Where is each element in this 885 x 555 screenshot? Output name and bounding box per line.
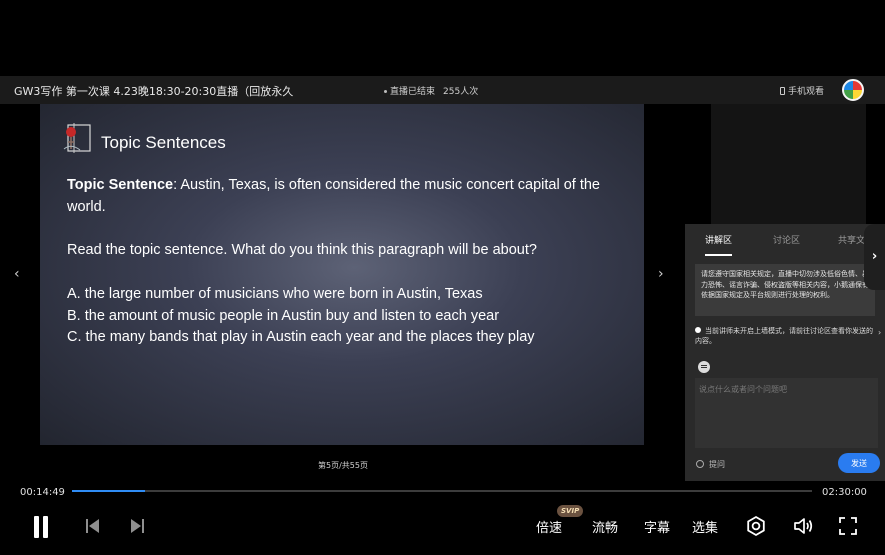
phone-icon xyxy=(780,87,785,95)
option-c: C. the many bands that play in Austin ea… xyxy=(67,329,535,345)
avatar[interactable] xyxy=(842,79,864,101)
emoji-icon[interactable] xyxy=(698,361,710,373)
progress-bar[interactable] xyxy=(72,490,812,492)
topic-sentence: Topic Sentence: Austin, Texas, is often … xyxy=(67,175,627,218)
chevron-right-icon[interactable]: › xyxy=(878,328,881,337)
ask-question-toggle[interactable]: 提问 xyxy=(696,459,725,470)
speed-button[interactable]: 倍速 xyxy=(536,517,562,536)
current-time: 00:14:49 xyxy=(20,487,65,498)
slide-title: Topic Sentences xyxy=(101,133,226,152)
indicator-dot-icon xyxy=(695,327,701,333)
radio-icon xyxy=(696,460,704,468)
status-dot-icon xyxy=(384,90,387,93)
option-a: A. the large number of musicians who wer… xyxy=(67,286,483,302)
message-input[interactable] xyxy=(695,378,878,448)
volume-icon[interactable] xyxy=(792,515,814,537)
quality-button[interactable]: 流畅 xyxy=(592,517,618,536)
mobile-watch-button[interactable]: 手机观看 xyxy=(780,84,824,97)
live-status-text: 直播已结束 xyxy=(390,87,436,97)
collapse-panel-chevron-icon[interactable]: › xyxy=(864,224,885,290)
previous-icon[interactable] xyxy=(86,519,102,533)
tab-discussion[interactable]: 讨论区 xyxy=(773,233,800,246)
fullscreen-icon[interactable] xyxy=(837,515,859,537)
wall-mode-note[interactable]: 当前讲师未开启上墙模式，请前往讨论区查看你发送的内容。 xyxy=(695,326,879,346)
option-b: B. the amount of music people in Austin … xyxy=(67,307,500,324)
tab-lecture[interactable]: 讲解区 xyxy=(705,233,733,256)
episodes-button[interactable]: 选集 xyxy=(692,517,718,536)
topic-sentence-label: Topic Sentence xyxy=(67,177,174,193)
answer-options: A. the large number of musicians who wer… xyxy=(67,284,627,349)
next-icon[interactable] xyxy=(130,519,146,533)
progress-fill xyxy=(72,490,146,492)
header-bar: GW3写作 第一次课 4.23晚18:30-20:30直播（回放永久 直播已结束… xyxy=(0,76,885,104)
slide-page-indicator: 第5页/共55页 xyxy=(318,461,368,470)
send-button[interactable]: 发送 xyxy=(838,453,880,473)
pause-icon[interactable] xyxy=(32,516,50,538)
ask-label: 提问 xyxy=(709,460,725,469)
chat-panel: 讲解区 讨论区 共享文件 请您遵守国家相关规定，直播中切勿涉及低俗色情、暴力恐怖… xyxy=(685,224,885,481)
svip-badge: SVIP xyxy=(557,505,584,517)
mobile-watch-label: 手机观看 xyxy=(788,87,825,97)
book-logo-icon xyxy=(63,123,91,153)
video-area xyxy=(711,104,866,224)
wall-mode-text: 当前讲师未开启上墙模式，请前往讨论区查看你发送的内容。 xyxy=(695,327,873,345)
chevron-right-icon[interactable]: › xyxy=(658,266,664,282)
live-status: 直播已结束 255人次 xyxy=(384,84,478,97)
player-controls: 倍速 SVIP 流畅 字幕 选集 xyxy=(0,505,885,555)
slide-question: Read the topic sentence. What do you thi… xyxy=(67,242,537,258)
chevron-left-icon[interactable]: ‹ xyxy=(14,266,20,282)
compliance-notice: 请您遵守国家相关规定，直播中切勿涉及低俗色情、暴力恐怖、谣言诈骗、侵权盗版等相关… xyxy=(695,264,875,316)
subtitle-button[interactable]: 字幕 xyxy=(644,517,670,536)
duration: 02:30:00 xyxy=(822,487,867,498)
presentation-slide: Topic Sentences Topic Sentence: Austin, … xyxy=(40,104,644,445)
chat-tabs: 讲解区 讨论区 共享文件 xyxy=(685,224,885,256)
course-title: GW3写作 第一次课 4.23晚18:30-20:30直播（回放永久 xyxy=(14,85,294,98)
settings-icon[interactable] xyxy=(745,515,767,537)
viewer-count: 255人次 xyxy=(443,87,479,97)
